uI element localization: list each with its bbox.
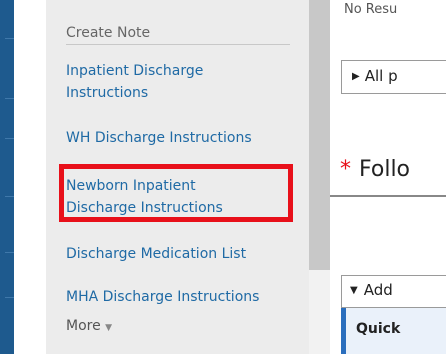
no-results-text: No Resu: [344, 2, 398, 17]
add-toggle-button[interactable]: ▼ Add: [341, 275, 446, 308]
link-line: MHA Discharge Instructions: [66, 289, 260, 305]
section-title-text: Follo: [359, 157, 411, 182]
nav-bar-tick: [5, 138, 14, 139]
mha-discharge-instructions-link[interactable]: MHA Discharge Instructions: [66, 286, 259, 308]
link-line: Inpatient Discharge: [66, 63, 204, 79]
quick-tab[interactable]: Quick: [341, 308, 446, 354]
follow-section-title: * Follo: [340, 157, 410, 182]
nav-bar-tick: [5, 196, 14, 197]
more-menu-button[interactable]: More ▼: [66, 318, 112, 334]
link-line: Instructions: [66, 85, 149, 101]
all-button-label: All p: [364, 67, 398, 85]
left-navigation-bar: [0, 0, 14, 354]
nav-bar-tick: [5, 98, 14, 99]
main-content: No Resu ▶ All p * Follo ▼ Add Quick: [330, 0, 446, 354]
header-divider: [66, 44, 290, 45]
create-note-header: Create Note: [66, 25, 151, 41]
inpatient-discharge-instructions-link[interactable]: Inpatient Discharge Instructions: [66, 60, 203, 104]
quick-label: Quick: [356, 321, 401, 337]
caret-down-icon: ▼: [105, 323, 113, 333]
nav-bar-tick: [5, 297, 14, 298]
highlight-box: [59, 164, 293, 222]
triangle-right-icon: ▶: [352, 71, 360, 82]
gap-strip: [14, 0, 46, 354]
triangle-down-icon: ▼: [350, 285, 358, 296]
all-toggle-button[interactable]: ▶ All p: [341, 60, 446, 94]
add-button-label: Add: [363, 281, 393, 299]
required-asterisk: *: [340, 157, 351, 182]
panel-scrollbar-thumb[interactable]: [309, 0, 330, 270]
discharge-medication-list-link[interactable]: Discharge Medication List: [66, 243, 246, 265]
link-line: WH Discharge Instructions: [66, 130, 252, 146]
nav-bar-tick: [5, 38, 14, 39]
section-divider: [330, 195, 446, 197]
more-label: More: [66, 318, 101, 334]
nav-bar-tick: [5, 252, 14, 253]
wh-discharge-instructions-link[interactable]: WH Discharge Instructions: [66, 127, 252, 149]
link-line: Discharge Medication List: [66, 246, 247, 262]
